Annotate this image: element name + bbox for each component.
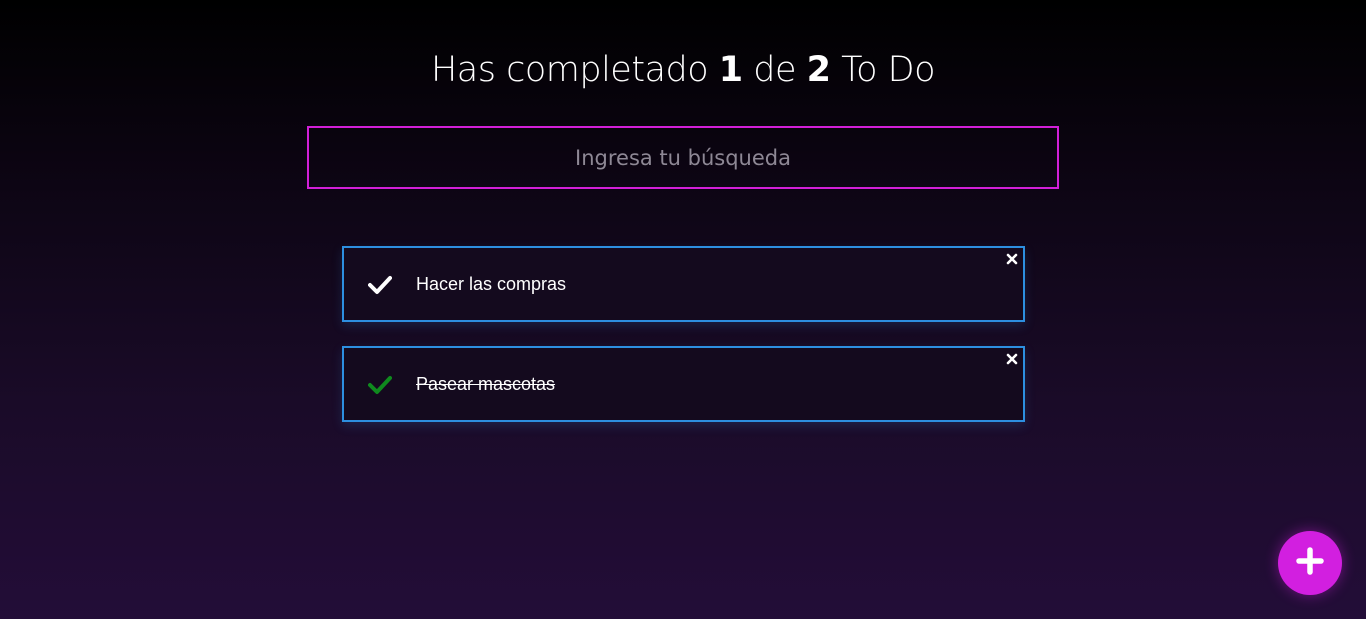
todo-counter: Has completado 1 de 2 To Do	[0, 50, 1366, 90]
todo-list: Hacer las compras Pasear mascotas	[342, 246, 1025, 446]
counter-middle: de	[753, 50, 797, 90]
search-input[interactable]	[307, 126, 1059, 189]
todo-text: Hacer las compras	[416, 273, 567, 294]
counter-completed: 1	[718, 50, 743, 90]
counter-total: 2	[806, 50, 831, 90]
todo-item: Hacer las compras	[342, 246, 1025, 322]
todo-item: Pasear mascotas	[342, 346, 1025, 422]
counter-suffix: To Do	[841, 50, 936, 90]
check-icon[interactable]	[368, 274, 392, 296]
close-icon[interactable]	[1005, 252, 1019, 266]
create-todo-button[interactable]	[1278, 531, 1342, 595]
close-icon[interactable]	[1005, 352, 1019, 366]
todo-text: Pasear mascotas	[416, 373, 556, 394]
counter-prefix: Has completado	[430, 50, 709, 90]
plus-icon	[1296, 546, 1324, 580]
check-icon[interactable]	[368, 374, 392, 396]
